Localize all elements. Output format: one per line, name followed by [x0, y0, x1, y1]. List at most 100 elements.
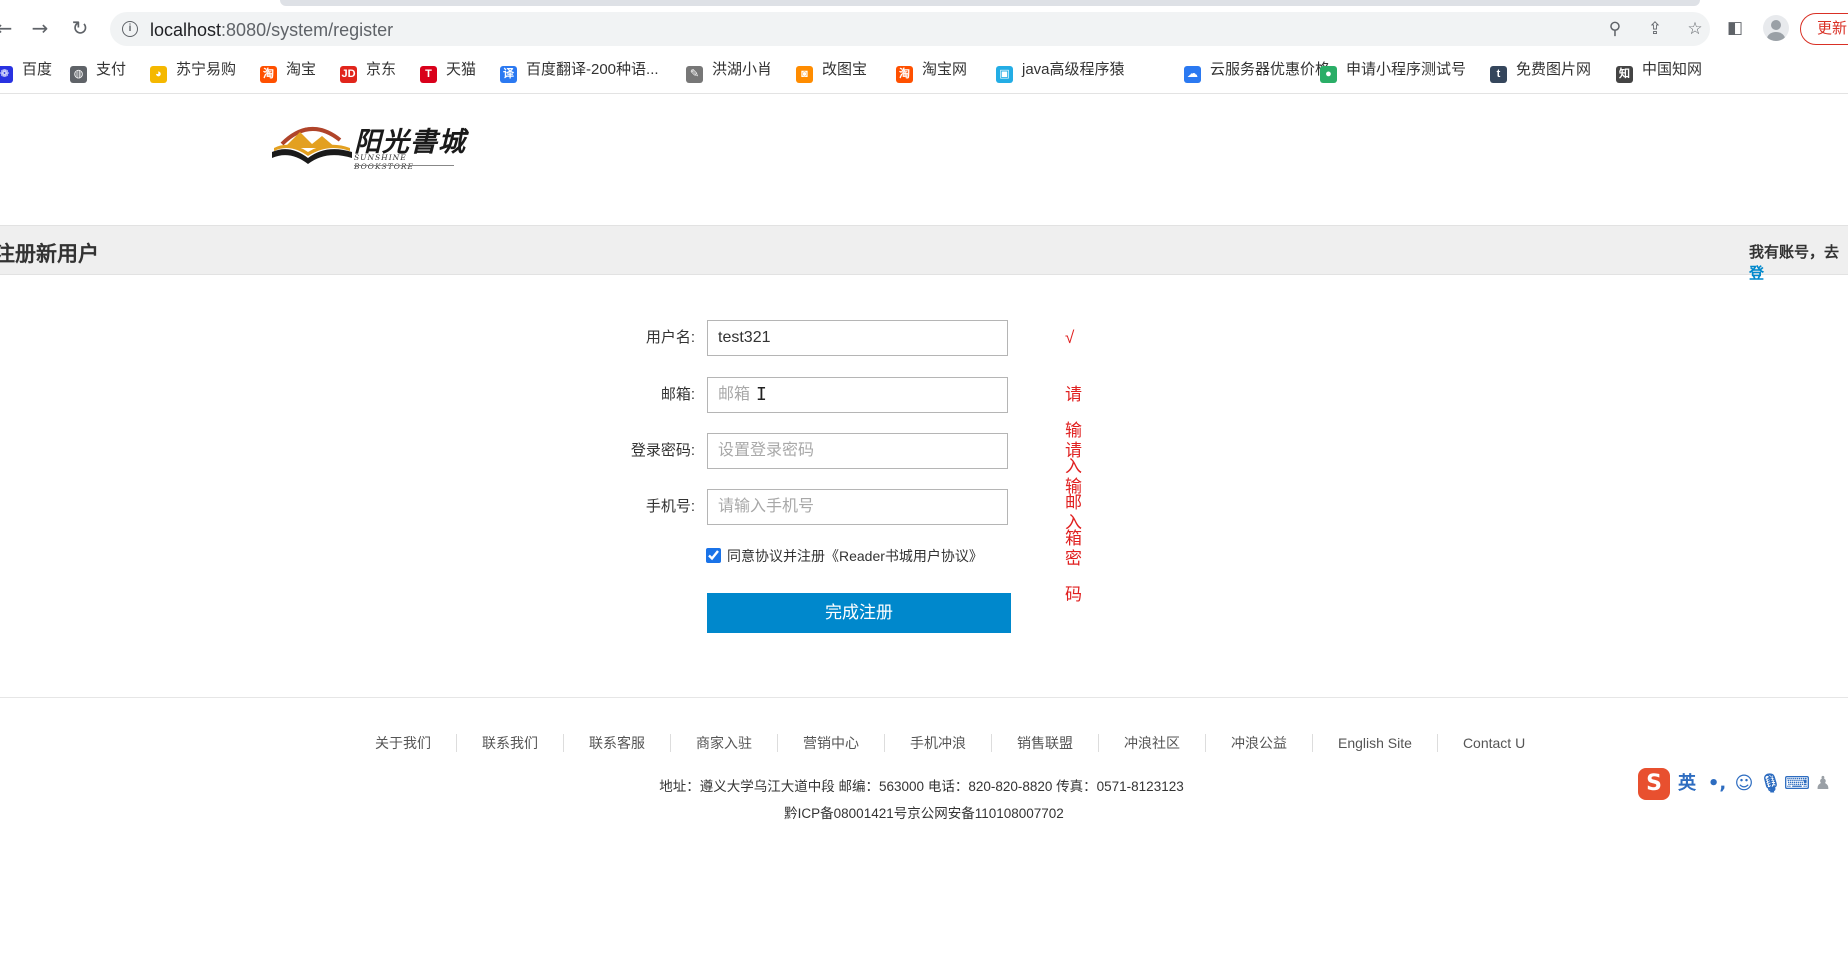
password-error-message: 请输入密码 — [1065, 441, 1082, 604]
suning-icon: ◕ — [150, 66, 167, 83]
browser-chrome: ← → ↻ i localhost:8080/system/register ⚲… — [0, 0, 1848, 94]
footer-links: 关于我们 联系我们 联系客服 商家入驻 营销中心 手机冲浪 销售联盟 冲浪社区 冲浪公益 Engl… — [370, 734, 1550, 752]
bookmark-item[interactable]: T 天猫 — [420, 59, 477, 83]
login-hint: 我有账号，去登 — [1749, 241, 1848, 283]
bookmark-item[interactable]: ✎ 洪湖小肖 — [686, 59, 773, 83]
keyboard-icon[interactable]: ⌨ — [1784, 772, 1810, 796]
password-input[interactable] — [707, 433, 1008, 469]
page-title: 注册新用户 — [0, 243, 99, 266]
footer-link[interactable]: Contact U — [1436, 734, 1550, 752]
tumblr-icon: t — [1490, 66, 1507, 83]
logo-book-icon — [272, 126, 352, 164]
wechat-icon: ● — [1320, 66, 1337, 83]
bookmark-label: 改图宝 — [822, 61, 868, 78]
bookmark-item[interactable]: JD 京东 — [340, 59, 397, 83]
globe-icon: ◍ — [70, 66, 87, 83]
bookmark-label: 申请小程序测试号 — [1346, 61, 1467, 78]
bookmark-label: java高级程序猿 — [1022, 61, 1125, 78]
bookmark-item[interactable]: ☁ 云服务器优惠价格 — [1184, 59, 1331, 83]
share-icon[interactable]: ⇪ — [1645, 19, 1665, 39]
footer-link[interactable]: 联系我们 — [456, 734, 563, 752]
phone-label: 手机号: — [645, 498, 695, 515]
bookmark-label: 免费图片网 — [1516, 61, 1592, 78]
email-input[interactable] — [707, 377, 1008, 413]
logo-subtitle: SUNSHINE BOOKSTORE — [354, 153, 414, 171]
site-logo[interactable]: 阳光書城 SUNSHINE BOOKSTORE — [270, 118, 470, 174]
submit-register-button[interactable]: 完成注册 — [707, 593, 1011, 633]
agreement-label[interactable]: 同意协议并注册《Reader书城用户协议》 — [727, 546, 983, 566]
bookmark-item[interactable]: ◕ 苏宁易购 — [150, 59, 236, 83]
bookmark-item[interactable]: ◍ 支付 — [70, 59, 127, 83]
back-icon[interactable]: ← — [0, 16, 16, 40]
login-link[interactable]: 登 — [1749, 265, 1764, 282]
jd-icon: JD — [340, 66, 357, 83]
bookmark-item[interactable]: 淘淘宝网 — [896, 59, 967, 83]
footer-link[interactable]: 冲浪社区 — [1098, 734, 1205, 752]
punctuation-icon[interactable]: •, — [1706, 772, 1728, 796]
bookmark-label: 中国知网 — [1642, 61, 1703, 78]
forward-icon[interactable]: → — [28, 16, 52, 40]
footer-link[interactable]: English Site — [1312, 734, 1437, 752]
email-label: 邮箱: — [660, 386, 695, 403]
footer-divider — [0, 697, 1848, 698]
text-cursor-icon: I — [756, 384, 767, 405]
logo-divider — [354, 165, 454, 166]
bookmark-label: 百度 — [22, 61, 53, 78]
bookmark-star-icon[interactable]: ☆ — [1685, 19, 1705, 39]
cloud-icon: ☁ — [1184, 66, 1201, 83]
bookmark-label: 京东 — [366, 61, 397, 78]
tab-strip — [280, 0, 1700, 6]
taobao-icon: 淘 — [260, 66, 277, 83]
zoom-icon[interactable]: ⚲ — [1605, 19, 1625, 39]
footer-link[interactable]: 冲浪公益 — [1205, 734, 1312, 752]
microphone-icon[interactable]: 🎙 — [1759, 772, 1782, 796]
footer-link[interactable]: 营销中心 — [777, 734, 884, 752]
update-button[interactable]: 更新 — [1800, 13, 1848, 45]
bookmark-label: 百度翻译-200种语... — [526, 61, 659, 78]
agreement-checkbox[interactable] — [706, 548, 721, 563]
bookmark-item[interactable]: 译百度翻译-200种语... — [500, 59, 659, 83]
sogou-logo-icon[interactable]: S — [1638, 768, 1670, 800]
cnki-icon: 知 — [1616, 66, 1633, 83]
skin-icon[interactable]: ♟ — [1812, 772, 1834, 796]
url-text[interactable]: localhost:8080/system/register — [150, 20, 393, 41]
footer-link[interactable]: 商家入驻 — [670, 734, 777, 752]
username-valid-mark: √ — [1065, 328, 1075, 347]
bookmark-item[interactable]: t 免费图片网 — [1490, 59, 1592, 83]
translate-icon: 译 — [500, 66, 517, 83]
tmall-icon: T — [420, 66, 437, 83]
bookmark-item[interactable]: 知中国知网 — [1616, 59, 1703, 83]
bookmarks-bar: ❁ 百度 ◍ 支付 ◕ 苏宁易购淘淘宝 JD 京东 T 天猫 译百度翻译-200种语... ✎ 洪湖小肖… — [0, 56, 1848, 84]
bookmark-label: 云服务器优惠价格 — [1210, 61, 1331, 78]
footer-link[interactable]: 联系客服 — [563, 734, 670, 752]
bookmark-item[interactable]: ● 申请小程序测试号 — [1320, 59, 1467, 83]
footer-icp: 黔ICP备08001421号京公网安备110108007702 — [784, 806, 1064, 821]
login-hint-text: 我有账号，去 — [1749, 244, 1840, 261]
footer-link[interactable]: 销售联盟 — [991, 734, 1098, 752]
bookmark-label: 洪湖小肖 — [712, 61, 773, 78]
url-host: localhost — [150, 20, 222, 40]
bookmark-item[interactable]: 淘淘宝 — [260, 59, 316, 83]
username-label: 用户名: — [645, 329, 695, 346]
taobao-icon: 淘 — [896, 66, 913, 83]
bookmark-item[interactable]: ▣ java高级程序猿 — [996, 59, 1125, 83]
side-panel-icon[interactable]: ◧ — [1724, 17, 1746, 39]
profile-avatar[interactable] — [1763, 15, 1789, 41]
baidu-icon: ❁ — [0, 66, 13, 83]
bookmark-label: 支付 — [96, 61, 127, 78]
site-info-icon[interactable]: i — [122, 21, 138, 37]
emoji-icon[interactable]: ☺ — [1733, 772, 1755, 796]
bookmark-label: 天猫 — [446, 61, 477, 78]
bookmark-item[interactable]: ◙ 改图宝 — [796, 59, 868, 83]
reload-icon[interactable]: ↻ — [68, 16, 92, 40]
footer-link[interactable]: 关于我们 — [370, 734, 456, 752]
footer-address: 地址：遵义大学乌江大道中段 邮编：563000 电话：820-820-8820 … — [659, 779, 1184, 794]
password-label: 登录密码: — [630, 442, 695, 459]
username-input[interactable] — [707, 320, 1008, 356]
bookmark-item[interactable]: ❁ 百度 — [0, 59, 53, 83]
phone-input[interactable] — [707, 489, 1008, 525]
ime-mode-toggle[interactable]: 英 — [1676, 772, 1698, 796]
address-bar[interactable]: i localhost:8080/system/register ⚲ ⇪ ☆ — [110, 12, 1710, 46]
footer-link[interactable]: 手机冲浪 — [884, 734, 991, 752]
url-path: :8080/system/register — [221, 20, 394, 40]
